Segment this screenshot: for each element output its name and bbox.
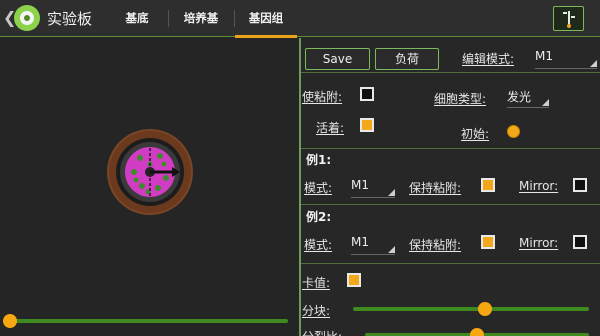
child1-mode-select[interactable]: M1: [351, 178, 395, 198]
child1-title: 例1:: [306, 153, 332, 167]
child1-mirror-label: Mirror:: [519, 179, 559, 193]
active-checkbox[interactable]: [360, 118, 374, 132]
thermometer-icon: [568, 11, 570, 25]
dropdown-caret-icon: [388, 246, 395, 253]
active-label: 活着:: [316, 121, 345, 135]
app-title: 实验板: [47, 10, 93, 28]
petri-canvas[interactable]: [0, 38, 298, 336]
top-bar: ❮ 实验板 基底 培养基 基因组: [0, 0, 600, 38]
sticky-checkbox[interactable]: [360, 87, 374, 101]
child1-keep-sticky-checkbox[interactable]: [481, 178, 495, 192]
dropdown-caret-icon: [388, 189, 395, 196]
cell-type-label: 细胞类型:: [434, 92, 487, 106]
child1-mode-label: 模式:: [304, 181, 333, 195]
child2-mirror-label: Mirror:: [519, 236, 559, 250]
calorie-label: 卡值:: [302, 276, 331, 290]
child1-keep-sticky-label: 保持粘附:: [409, 181, 462, 195]
cell-type-value: 发光: [507, 90, 532, 104]
cell-preview: [107, 129, 193, 215]
split-slider-thumb[interactable]: [478, 302, 493, 316]
divider: [301, 204, 600, 205]
app-logo-icon: [14, 5, 40, 31]
child2-keep-sticky-label: 保持粘附:: [409, 238, 462, 252]
child2-mirror-checkbox[interactable]: [573, 235, 587, 249]
zoom-slider-track[interactable]: [10, 319, 288, 323]
edit-mode-value: M1: [535, 49, 553, 63]
divider: [301, 72, 600, 73]
zoom-slider-thumb[interactable]: [3, 314, 17, 328]
edit-mode-label: 编辑模式:: [462, 52, 515, 66]
tab-genome[interactable]: 基因组: [235, 0, 297, 38]
child1-mode-value: M1: [351, 178, 369, 192]
dropdown-caret-icon: [590, 60, 597, 67]
divider: [301, 263, 600, 264]
edit-mode-select[interactable]: M1: [535, 49, 597, 69]
genome-panel: Save 负荷 编辑模式: M1 使粘附: 细胞类型: 发光 活着: 初始: 例…: [299, 38, 600, 336]
sticky-label: 使粘附:: [302, 90, 343, 104]
thermometer-tool-button[interactable]: [553, 6, 584, 31]
cell-type-select[interactable]: 发光: [507, 88, 549, 108]
save-button[interactable]: Save: [305, 48, 370, 70]
tab-divider: [168, 10, 169, 27]
initial-label: 初始:: [461, 127, 490, 141]
child2-mode-select[interactable]: M1: [351, 235, 395, 255]
load-button[interactable]: 负荷: [375, 48, 439, 70]
calorie-checkbox[interactable]: [347, 273, 361, 287]
tab-medium[interactable]: 培养基: [170, 0, 232, 37]
child2-mode-label: 模式:: [304, 238, 333, 252]
child2-title: 例2:: [306, 210, 332, 224]
child1-mirror-checkbox[interactable]: [573, 178, 587, 192]
split-slider-track[interactable]: [353, 307, 589, 311]
dropdown-caret-icon: [542, 99, 549, 106]
divider: [301, 148, 600, 149]
initial-radio[interactable]: [507, 125, 520, 138]
split-ratio-label: 分裂比:: [302, 328, 342, 336]
split-ratio-slider-thumb[interactable]: [470, 328, 484, 336]
split-label: 分块:: [302, 304, 331, 318]
child2-mode-value: M1: [351, 235, 369, 249]
tab-substrate[interactable]: 基底: [108, 0, 166, 37]
child2-keep-sticky-checkbox[interactable]: [481, 235, 495, 249]
